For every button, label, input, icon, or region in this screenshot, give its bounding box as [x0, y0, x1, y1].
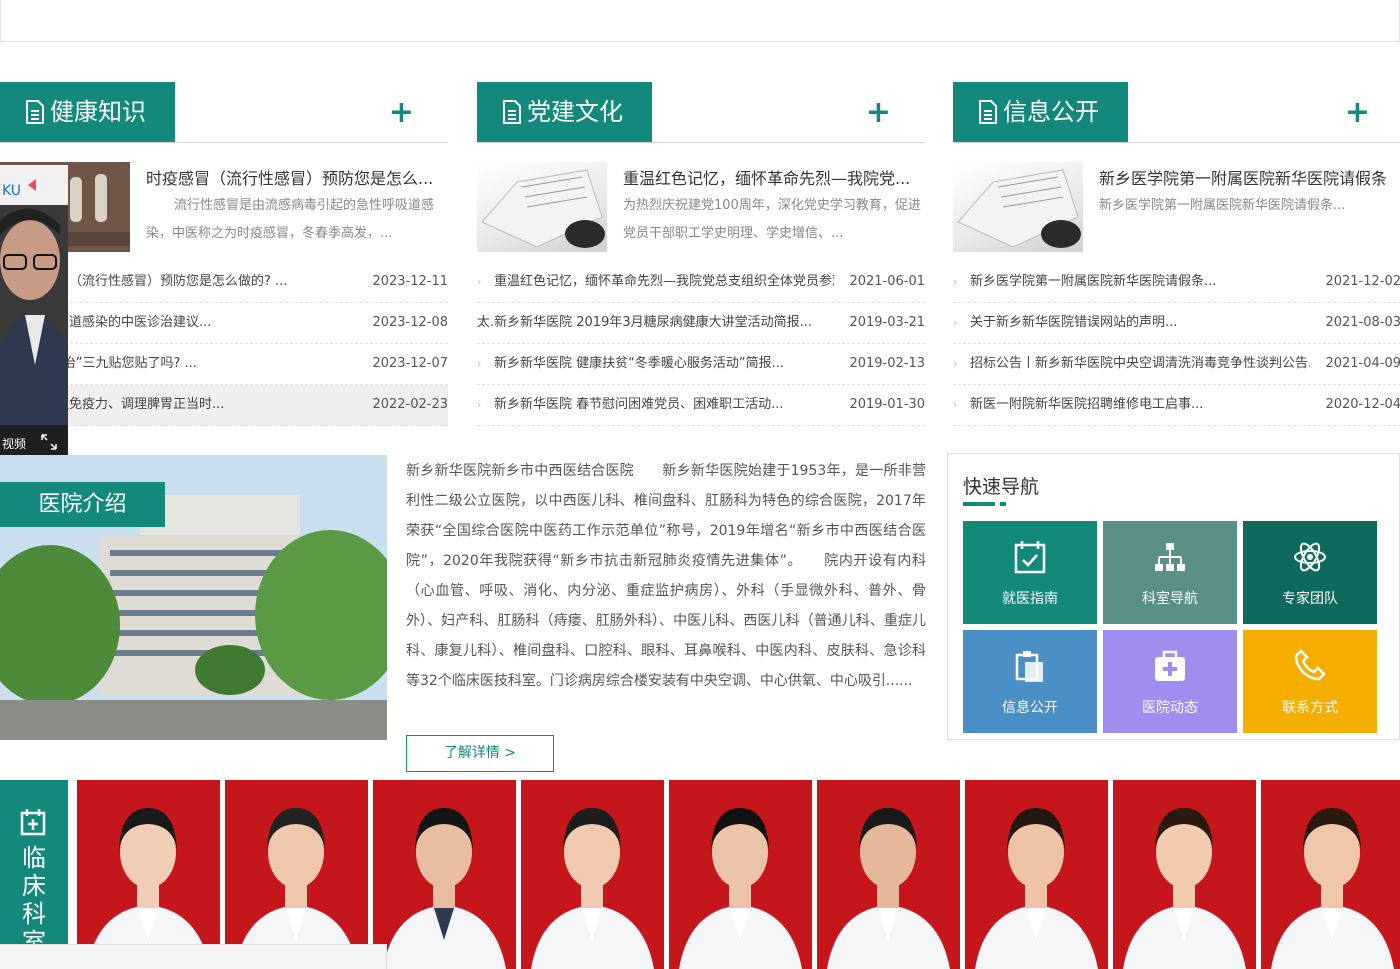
chevron-right-icon: › [953, 275, 958, 288]
quick-nav-news[interactable]: 医院动态 [1103, 630, 1237, 733]
atom-icon [1294, 542, 1326, 572]
chevron-right-icon: › [477, 275, 482, 288]
column-title[interactable]: 健康知识 [0, 82, 175, 142]
chevron-right-icon: › [953, 357, 958, 370]
sitemap-icon [1155, 543, 1185, 571]
chevron-right-icon: › [953, 316, 958, 329]
medkit-icon [1155, 650, 1185, 681]
document-icon [26, 100, 44, 124]
doctor-photo[interactable] [965, 780, 1108, 969]
quick-nav-departments[interactable]: 科室导航 [1103, 521, 1237, 624]
video-label: 视频 [2, 437, 27, 451]
featured-article[interactable]: 新乡医学院第一附属医院新华医院请假条 新乡医学院第一附属医院新华医院请假条... [953, 162, 1400, 252]
column-title-text: 健康知识 [50, 98, 146, 126]
news-list: › 新乡医学院第一附属医院新华医院请假条... 2021-12-02 › 关于新乡新华… [953, 262, 1400, 426]
news-list: ›重温红色记忆，缅怀革命先烈—我院党总支组织全体党员参观河南...2021-06… [477, 262, 925, 426]
title-underline [963, 502, 995, 506]
doctor-photo[interactable] [1261, 780, 1400, 969]
phone-icon [1294, 649, 1326, 681]
list-item[interactable]: › 关于新乡新华医院错误网站的声明... 2021-08-03 [953, 303, 1400, 344]
featured-desc: 流行性感冒是由流感病毒引起的急性呼吸道感染，中医称之为时疫感冒，冬春季高发，..… [146, 198, 435, 241]
more-plus-icon[interactable]: + [1345, 96, 1370, 130]
calendar-check-icon [1014, 541, 1046, 574]
clipboard-icon [1015, 651, 1043, 682]
chevron-right-icon: › [477, 398, 482, 411]
column-header: 党建文化 + [477, 82, 925, 143]
doctor-photo[interactable] [1113, 780, 1256, 969]
more-plus-icon[interactable]: + [389, 96, 414, 130]
doctor-photo[interactable] [225, 780, 368, 969]
clinical-dept-label: 临床科室 [22, 844, 46, 956]
doctor-photo[interactable] [817, 780, 960, 969]
top-menu-strip [0, 0, 1400, 42]
list-item[interactable]: › 新医一附院新华医院招聘维修电工启事... 2020-12-04 [953, 385, 1400, 426]
column-title[interactable]: 党建文化 [477, 82, 652, 142]
quick-nav-experts[interactable]: 专家团队 [1243, 521, 1377, 624]
doctor-photo[interactable] [77, 780, 220, 969]
title-underline-dot [1000, 502, 1006, 506]
floating-video-player[interactable]: KU 视频 [0, 165, 68, 455]
intro-tag[interactable]: 医院介绍 [0, 482, 165, 527]
column-title[interactable]: 信息公开 [953, 82, 1128, 142]
list-item[interactable]: › 新乡医学院第一附属医院新华医院请假条... 2021-12-02 [953, 262, 1400, 303]
doctor-photo[interactable] [521, 780, 664, 969]
doctor-photo[interactable] [373, 780, 516, 969]
quick-nav-guide[interactable]: 就医指南 [963, 521, 1097, 624]
column-title-text: 党建文化 [527, 98, 623, 126]
quick-nav-title: 快速导航 [963, 476, 1040, 498]
featured-desc: 为热烈庆祝建党100周年，深化党史学习教育，促进党员干部职工学史明理、学史增信、… [623, 198, 921, 241]
chevron-right-icon: › [477, 357, 482, 370]
intro-text: 新乡新华医院新乡市中西医结合医院 新乡新华医院始建于1953年，是一所非营利性二… [406, 463, 926, 689]
featured-title[interactable]: 时疫感冒（流行性感冒）预防您是怎么... [146, 165, 446, 189]
list-item[interactable]: ›重温红色记忆，缅怀革命先烈—我院党总支组织全体党员参观河南...2021-06… [477, 262, 925, 303]
quick-nav-panel: 快速导航 就医指南 科室导航 专家团队 信息公开 医院动态 联系方式 [947, 453, 1400, 740]
bottom-bar [0, 944, 387, 969]
doctor-photo[interactable] [669, 780, 812, 969]
news-column-party: 党建文化 + 重温红色记忆，缅怀革命先烈—我院党... 为热烈庆祝建党100周年… [477, 82, 925, 462]
featured-article[interactable]: 重温红色记忆，缅怀革命先烈—我院党... 为热烈庆祝建党100周年，深化党史学习… [477, 162, 925, 252]
list-item[interactable]: › 招标公告丨新乡新华医院中央空调清洗消毒竞争性谈判公告... 2021-04-09 [953, 344, 1400, 385]
featured-title[interactable]: 新乡医学院第一附属医院新华医院请假条 [1099, 165, 1399, 189]
news-column-info: 信息公开 + 新乡医学院第一附属医院新华医院请假条 新乡医学院第一附属医院新华医… [953, 82, 1400, 462]
clinical-dept-tab[interactable]: 临床科室 [0, 780, 68, 969]
featured-image[interactable] [477, 162, 607, 252]
document-icon [979, 100, 997, 124]
svg-text:KU: KU [2, 183, 21, 199]
chevron-right-icon: › [953, 398, 958, 411]
document-icon [503, 100, 521, 124]
calendar-plus-icon [20, 809, 46, 836]
quick-nav-info[interactable]: 信息公开 [963, 630, 1097, 733]
list-item[interactable]: › 新乡新华医院 春节慰问困难党员、困难职工活动... 2019-01-30 [477, 385, 925, 426]
list-item[interactable]: › 新乡新华医院 健康扶贫“冬季暖心服务活动”简报... 2019-02-13 [477, 344, 925, 385]
featured-image[interactable] [953, 162, 1083, 252]
list-item[interactable]: 太.新乡新华医院 2019年3月糖尿病健康大讲堂活动简报... 2019-03-2… [477, 303, 925, 344]
expand-icon[interactable] [40, 433, 58, 451]
quick-nav-contact[interactable]: 联系方式 [1243, 630, 1377, 733]
column-title-text: 信息公开 [1003, 98, 1099, 126]
column-header: 健康知识 + [0, 82, 448, 143]
featured-desc: 新乡医学院第一附属医院新华医院请假条... [1099, 198, 1346, 213]
featured-title[interactable]: 重温红色记忆，缅怀革命先烈—我院党... [623, 165, 923, 189]
more-plus-icon[interactable]: + [866, 96, 891, 130]
column-header: 信息公开 + [953, 82, 1400, 143]
more-details-button[interactable]: 了解详情 > [406, 735, 554, 772]
